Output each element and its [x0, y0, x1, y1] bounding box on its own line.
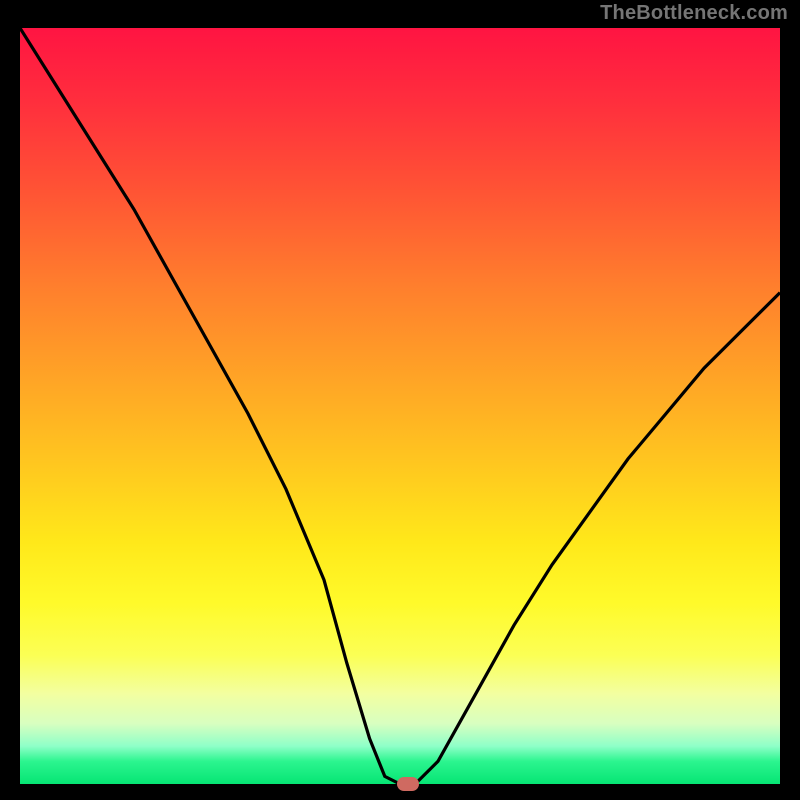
watermark-text: TheBottleneck.com: [600, 2, 788, 25]
chart-frame: TheBottleneck.com: [0, 0, 800, 800]
plot-area: [20, 28, 780, 784]
bottleneck-curve: [20, 28, 780, 784]
minimum-marker: [397, 777, 419, 791]
curve-path: [20, 28, 780, 784]
